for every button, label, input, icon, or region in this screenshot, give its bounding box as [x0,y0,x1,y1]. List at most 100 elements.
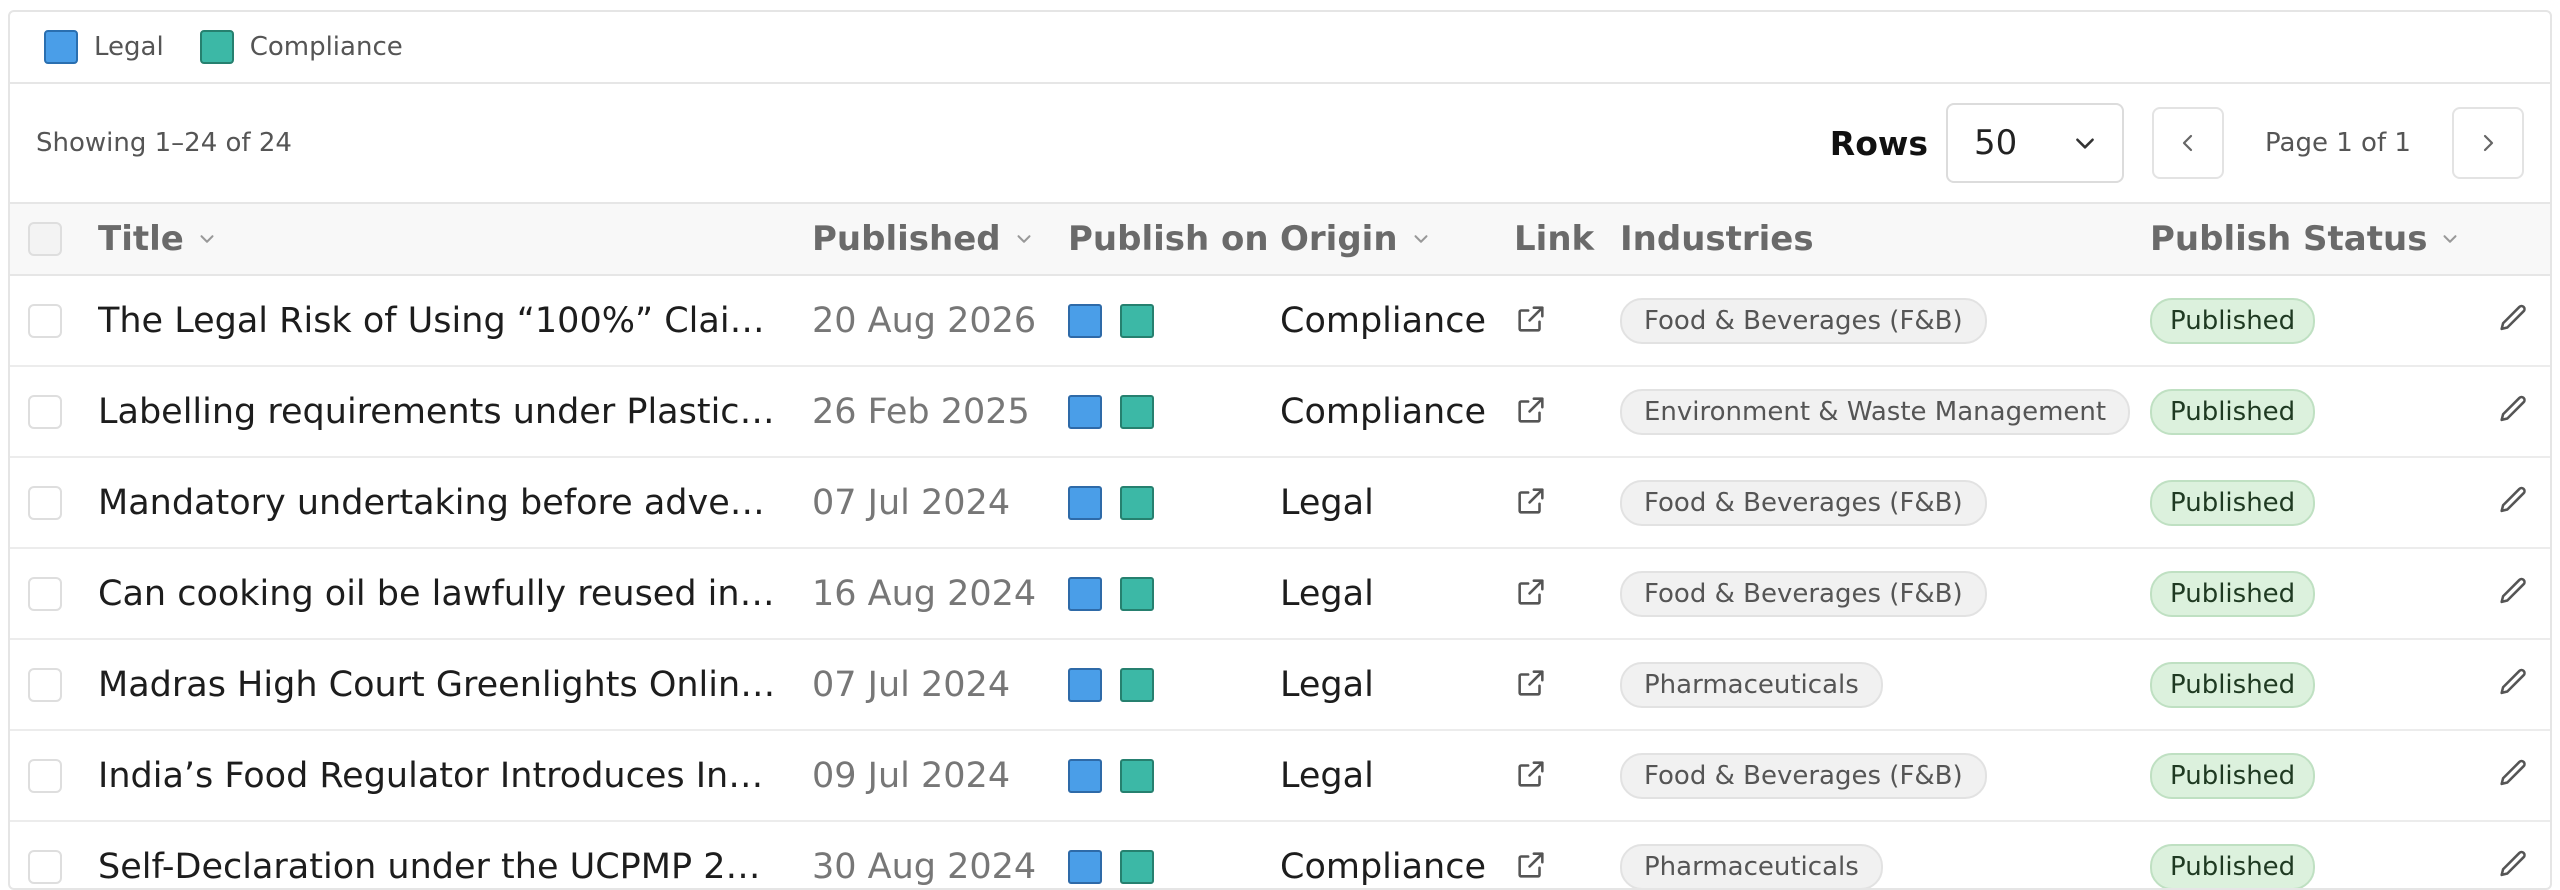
row-checkbox[interactable] [28,485,62,520]
column-header-origin[interactable]: Origin [1280,219,1514,259]
published-cell: 09 Jul 2024 [812,756,1068,796]
column-header-industries: Industries [1620,219,2150,259]
row-checkbox[interactable] [28,849,62,884]
column-label: Origin [1280,219,1398,259]
article-title[interactable]: Mandatory undertaking before advertisi… [98,483,778,523]
table-header: Title Published Publish on Origin Link I… [10,204,2550,276]
external-link-icon[interactable] [1514,666,1548,704]
industries-cell: Environment & Waste Management [1620,388,2150,435]
origin-cell: Compliance [1280,847,1514,887]
status-cell: Published [2150,479,2470,526]
next-page-button[interactable] [2452,107,2524,179]
row-checkbox[interactable] [28,667,62,702]
external-link-icon[interactable] [1514,757,1548,795]
chevron-down-icon [2076,138,2094,149]
published-cell: 07 Jul 2024 [812,483,1068,523]
legal-indicator [1068,667,1102,702]
link-cell [1514,848,1620,886]
industry-chip: Food & Beverages (F&B) [1620,297,1987,344]
legal-indicator [1068,849,1102,884]
status-badge: Published [2150,570,2316,617]
compliance-indicator [1120,394,1154,429]
row-checkbox[interactable] [28,576,62,611]
industry-chip: Food & Beverages (F&B) [1620,752,1987,799]
prev-page-button[interactable] [2152,107,2224,179]
origin-cell: Legal [1280,483,1514,523]
origin-value: Compliance [1280,300,1487,341]
publish-on-cell [1068,758,1280,793]
column-header-published[interactable]: Published [812,219,1068,259]
table-row: Mandatory undertaking before advertisi… … [10,458,2550,549]
pencil-icon[interactable] [2496,666,2530,704]
legend-item-legal: Legal [44,30,164,64]
published-date: 07 Jul 2024 [812,664,1011,705]
external-link-icon[interactable] [1514,848,1548,886]
column-header-status[interactable]: Publish Status [2150,219,2470,259]
status-badge: Published [2150,661,2316,708]
actions-cell [2470,484,2530,522]
select-all-checkbox[interactable] [28,222,62,256]
chevron-down-icon [2439,228,2461,250]
origin-cell: Legal [1280,756,1514,796]
publish-on-cell [1068,394,1280,429]
pencil-icon[interactable] [2496,484,2530,522]
row-select-cell [10,849,98,884]
link-cell [1514,302,1620,340]
chevron-down-icon [196,228,218,250]
publish-on-cell [1068,667,1280,702]
actions-cell [2470,302,2530,340]
external-link-icon[interactable] [1514,393,1548,431]
external-link-icon[interactable] [1514,302,1548,340]
table-row: Can cooking oil be lawfully reused in In… [10,549,2550,640]
pencil-icon[interactable] [2496,393,2530,431]
external-link-icon[interactable] [1514,575,1548,613]
external-link-icon[interactable] [1514,484,1548,522]
actions-cell [2470,575,2530,613]
industry-chip: Pharmaceuticals [1620,843,1883,888]
pencil-icon[interactable] [2496,302,2530,340]
column-header-title[interactable]: Title [98,219,812,259]
compliance-swatch [199,30,234,64]
legal-indicator [1068,485,1102,520]
row-checkbox[interactable] [28,758,62,793]
status-cell: Published [2150,752,2470,799]
pencil-icon[interactable] [2496,575,2530,613]
row-select-cell [10,394,98,429]
status-badge: Published [2150,843,2316,888]
row-checkbox[interactable] [28,394,62,429]
column-label: Industries [1620,219,1814,259]
article-title[interactable]: Self-Declaration under the UCPMP 202… [98,847,778,887]
table-toolbar: Showing 1–24 of 24 Rows 50 Page 1 of 1 [10,84,2550,204]
article-title[interactable]: The Legal Risk of Using “100%” Claims in… [98,301,778,341]
article-title[interactable]: Labelling requirements under Plastic W… [98,392,778,432]
table-row: India’s Food Regulator Introduces Instan… [10,731,2550,822]
origin-value: Legal [1280,755,1374,796]
rows-per-page-select[interactable]: 50 [1946,103,2124,183]
industries-cell: Food & Beverages (F&B) [1620,297,2150,344]
legend-item-compliance: Compliance [199,30,403,64]
link-cell [1514,393,1620,431]
articles-table-panel: Legal Compliance Showing 1–24 of 24 Rows… [8,10,2552,890]
pencil-icon[interactable] [2496,757,2530,795]
origin-cell: Legal [1280,665,1514,705]
status-cell: Published [2150,388,2470,435]
actions-cell [2470,393,2530,431]
industry-chip: Food & Beverages (F&B) [1620,479,1987,526]
article-title[interactable]: India’s Food Regulator Introduces Instan… [98,756,778,796]
status-badge: Published [2150,297,2316,344]
row-checkbox[interactable] [28,303,62,338]
compliance-indicator [1120,576,1154,611]
compliance-indicator [1120,758,1154,793]
pencil-icon[interactable] [2496,848,2530,886]
row-select-cell [10,758,98,793]
publish-on-cell [1068,485,1280,520]
origin-value: Legal [1280,664,1374,705]
published-cell: 07 Jul 2024 [812,665,1068,705]
article-title[interactable]: Madras High Court Greenlights Online S… [98,665,778,705]
column-header-link: Link [1514,219,1620,259]
published-cell: 16 Aug 2024 [812,574,1068,614]
compliance-indicator [1120,485,1154,520]
published-date: 09 Jul 2024 [812,755,1011,796]
compliance-indicator [1120,303,1154,338]
article-title[interactable]: Can cooking oil be lawfully reused in In… [98,574,778,614]
